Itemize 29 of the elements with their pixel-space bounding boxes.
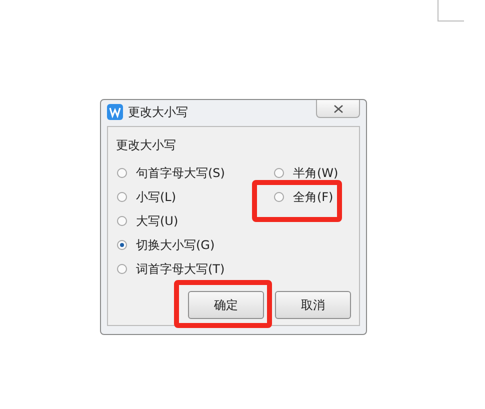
close-button[interactable] <box>316 100 360 118</box>
cancel-button[interactable]: 取消 <box>275 291 351 319</box>
option-label: 大写(U) <box>136 212 178 230</box>
radio-option[interactable]: 词首字母大写(T) <box>117 260 274 278</box>
radio-option[interactable]: 半角(W) <box>274 164 351 182</box>
page-corner-mark <box>437 0 464 22</box>
radio-option[interactable]: 大写(U) <box>117 212 274 230</box>
group-label: 更改大小写 <box>115 137 177 154</box>
option-label: 词首字母大写(T) <box>136 260 225 278</box>
radio-button[interactable] <box>117 192 127 202</box>
close-icon <box>334 104 342 112</box>
radio-button[interactable] <box>117 264 127 274</box>
app-logo-icon <box>107 104 123 120</box>
radio-button[interactable] <box>117 240 127 250</box>
option-label: 切换大小写(G) <box>136 236 215 254</box>
option-label: 句首字母大写(S) <box>136 164 225 182</box>
radio-button[interactable] <box>274 168 284 178</box>
option-label: 全角(F) <box>292 188 334 206</box>
radio-option[interactable]: 小写(L) <box>117 188 274 206</box>
radio-option[interactable]: 句首字母大写(S) <box>117 164 274 182</box>
radio-button[interactable] <box>117 216 127 226</box>
radio-button[interactable] <box>117 168 127 178</box>
ok-button[interactable]: 确定 <box>188 291 264 319</box>
radio-option[interactable]: 切换大小写(G) <box>117 236 274 254</box>
radio-option[interactable]: 全角(F) <box>274 188 351 206</box>
radio-button[interactable] <box>274 192 284 202</box>
option-label: 小写(L) <box>136 188 176 206</box>
option-label: 半角(W) <box>292 164 338 182</box>
window-title: 更改大小写 <box>128 104 188 120</box>
